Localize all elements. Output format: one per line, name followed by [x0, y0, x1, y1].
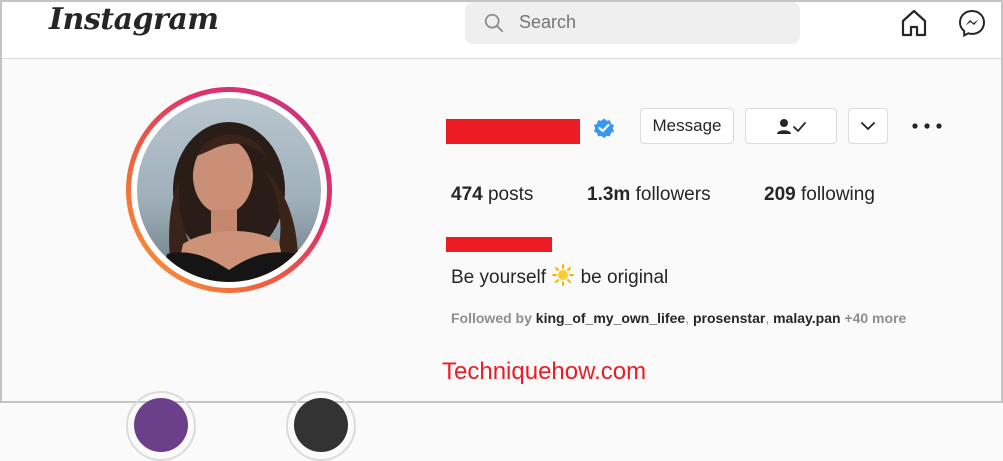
- person-check-icon: [777, 119, 806, 134]
- watermark-text: Techniquehow.com: [442, 358, 647, 385]
- highlight-cover: [134, 398, 188, 452]
- avatar-border: [131, 92, 327, 288]
- follower-name[interactable]: king_of_my_own_lifee: [536, 310, 685, 326]
- messenger-icon[interactable]: [957, 8, 987, 38]
- follower-name[interactable]: malay.pan: [773, 310, 840, 326]
- followers-count: 1.3m: [587, 184, 631, 205]
- bio-text-2: be original: [580, 267, 669, 288]
- sun-emoji: [552, 264, 575, 286]
- followers-stat[interactable]: 1.3m followers: [587, 184, 711, 206]
- story-highlight[interactable]: [126, 391, 196, 461]
- posts-count: 474: [451, 184, 483, 205]
- chevron-down-icon: [861, 122, 875, 130]
- followed-by-label: Followed by: [451, 310, 532, 326]
- following-count: 209: [764, 184, 796, 205]
- story-highlight[interactable]: [286, 391, 356, 461]
- top-navigation-bar: Instagram: [2, 2, 1001, 59]
- home-icon[interactable]: [899, 8, 929, 38]
- search-icon: [484, 13, 504, 33]
- posts-stat: 474 posts: [451, 184, 533, 206]
- followers-label: followers: [635, 184, 711, 205]
- separator: ,: [685, 310, 693, 326]
- username-redacted: [446, 119, 580, 144]
- posts-label: posts: [487, 184, 534, 205]
- highlight-cover: [294, 398, 348, 452]
- following-stat[interactable]: 209 following: [764, 184, 875, 206]
- profile-bio: Be yourself be original: [451, 264, 668, 289]
- instagram-logo[interactable]: Instagram: [49, 2, 219, 37]
- story-ring[interactable]: [126, 87, 332, 293]
- search-input[interactable]: [519, 12, 779, 33]
- following-label: following: [800, 184, 875, 205]
- search-box[interactable]: [465, 2, 800, 44]
- follower-name[interactable]: prosenstar: [693, 310, 765, 326]
- avatar[interactable]: [137, 98, 321, 282]
- more-options-icon[interactable]: [910, 116, 944, 136]
- following-button[interactable]: [745, 108, 837, 144]
- message-button[interactable]: Message: [640, 108, 734, 144]
- followed-by-more[interactable]: +40 more: [844, 310, 906, 326]
- followed-by[interactable]: Followed by king_of_my_own_lifee, prosen…: [451, 310, 906, 326]
- verified-badge-icon: [594, 118, 614, 139]
- avatar-photo-illustration: [161, 122, 303, 282]
- bio-text-1: Be yourself: [451, 267, 547, 288]
- suggested-dropdown-button[interactable]: [848, 108, 888, 144]
- separator: ,: [765, 310, 774, 326]
- full-name-redacted: [446, 237, 552, 252]
